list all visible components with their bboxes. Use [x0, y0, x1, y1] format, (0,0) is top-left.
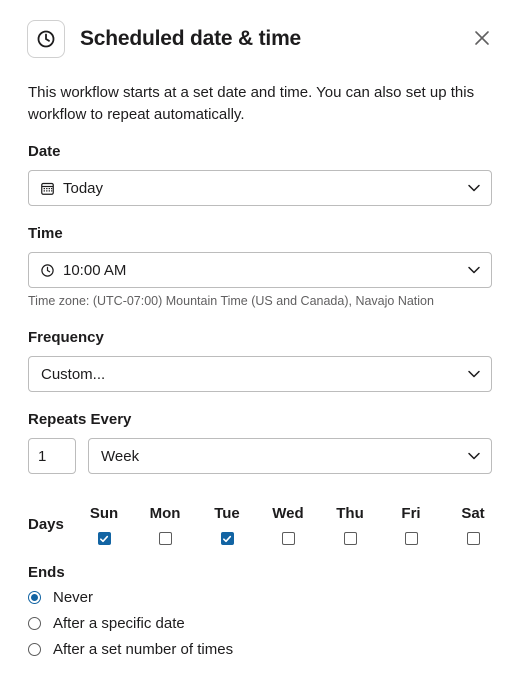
- day-sun: Sun: [84, 505, 124, 545]
- chevron-down-icon: [468, 266, 480, 274]
- frequency-select[interactable]: Custom...: [28, 356, 492, 392]
- dialog-header: Scheduled date & time: [0, 0, 520, 78]
- day-name-label: Sun: [89, 505, 119, 522]
- chevron-down-icon: [468, 452, 480, 460]
- clock-icon: [37, 30, 55, 48]
- day-fri: Fri: [391, 505, 431, 545]
- day-wed: Wed: [268, 505, 308, 545]
- timezone-hint: Time zone: (UTC-07:00) Mountain Time (US…: [28, 294, 434, 308]
- frequency-label: Frequency: [28, 329, 104, 346]
- radio-button[interactable]: [28, 617, 41, 630]
- radio-label: After a set number of times: [53, 641, 234, 658]
- close-icon: [475, 31, 489, 45]
- date-label: Date: [28, 143, 61, 160]
- day-checkbox-fri[interactable]: [404, 532, 418, 545]
- day-name-label: Mon: [149, 505, 181, 522]
- repeats-label: Repeats Every: [28, 411, 132, 428]
- header-clock-icon-box: [27, 20, 65, 58]
- day-mon: Mon: [145, 505, 185, 545]
- checkmark-icon: [100, 535, 109, 542]
- day-name-label: Fri: [401, 505, 421, 522]
- chevron-down-icon: [468, 184, 480, 192]
- ends-option-2[interactable]: After a set number of times: [28, 641, 233, 658]
- close-button[interactable]: [468, 24, 496, 52]
- ends-label: Ends: [28, 564, 65, 581]
- calendar-icon: [41, 181, 55, 195]
- ends-option-1[interactable]: After a specific date: [28, 615, 185, 632]
- repeat-count-input[interactable]: 1: [28, 438, 76, 474]
- dialog-description: This workflow starts at a set date and t…: [28, 84, 475, 123]
- frequency-value: Custom...: [41, 365, 106, 383]
- time-select[interactable]: 10:00 AM: [28, 252, 492, 288]
- time-value: 10:00 AM: [63, 261, 127, 279]
- day-sat: Sat: [453, 505, 493, 545]
- day-thu: Thu: [330, 505, 370, 545]
- repeat-count-value: 1: [38, 447, 47, 465]
- day-name-label: Wed: [272, 505, 304, 522]
- day-checkbox-mon[interactable]: [158, 532, 172, 545]
- day-tue: Tue: [207, 505, 247, 545]
- radio-button[interactable]: [28, 643, 41, 656]
- time-label: Time: [28, 225, 63, 242]
- dialog-title: Scheduled date & time: [80, 27, 302, 50]
- clock-icon: [41, 263, 55, 277]
- ends-option-0[interactable]: Never: [28, 589, 93, 606]
- radio-button[interactable]: [28, 591, 41, 604]
- checkmark-icon: [223, 535, 232, 542]
- radio-label: Never: [53, 589, 94, 606]
- day-name-label: Tue: [214, 505, 240, 522]
- repeat-unit-value: Week: [101, 447, 140, 465]
- day-checkbox-sat[interactable]: [466, 532, 480, 545]
- days-label: Days: [28, 516, 64, 533]
- day-name-label: Thu: [336, 505, 364, 522]
- chevron-down-icon: [468, 370, 480, 378]
- date-select[interactable]: Today: [28, 170, 492, 206]
- repeat-unit-select[interactable]: Week: [88, 438, 492, 474]
- day-checkbox-wed[interactable]: [281, 532, 295, 545]
- day-checkbox-tue[interactable]: [220, 532, 234, 545]
- day-checkbox-sun[interactable]: [97, 532, 111, 545]
- day-checkbox-thu[interactable]: [343, 532, 357, 545]
- date-value: Today: [63, 179, 104, 197]
- day-name-label: Sat: [461, 505, 485, 522]
- radio-label: After a specific date: [53, 615, 185, 632]
